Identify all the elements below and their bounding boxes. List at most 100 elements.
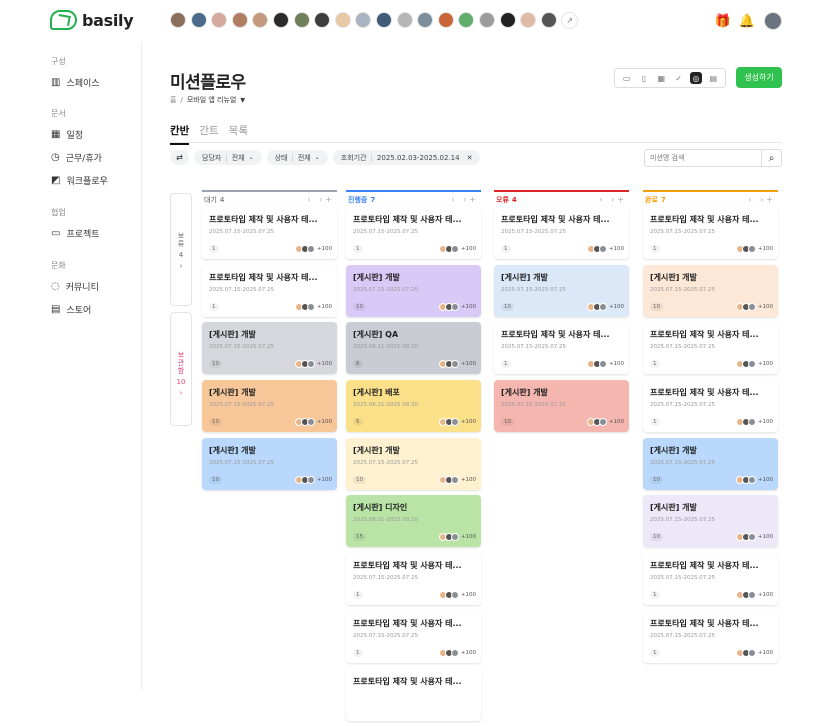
card-assignees[interactable]: +100 <box>735 302 773 311</box>
folder-icon[interactable]: ▭ <box>621 72 633 84</box>
mission-card[interactable]: [게시판] 개발 2025.07.15-2025.07.25 10 +100 <box>202 322 337 375</box>
mission-card[interactable]: [게시판] 개발 2025.07.15-2025.07.25 10 +100 <box>643 264 778 317</box>
bell-icon[interactable]: 🔔 <box>739 14 755 29</box>
member-avatar[interactable] <box>334 12 351 28</box>
mission-card[interactable]: 프로토타입 제작 및 사용자 테... 2025.07.15-2025.07.25… <box>643 380 778 433</box>
mission-card[interactable]: 프로토타입 제작 및 사용자 테... 2025.07.15-2025.07.25… <box>494 322 629 375</box>
card-assignees[interactable]: +100 <box>586 418 624 427</box>
member-avatar[interactable] <box>458 12 475 28</box>
sidebar-item[interactable]: ◷ 근무/휴가 <box>51 151 102 164</box>
sidebar-item[interactable]: ▦ 일정 <box>51 128 83 141</box>
card-assignees[interactable]: +100 <box>438 360 476 369</box>
card-assignees[interactable]: +100 <box>438 418 476 427</box>
column-nav-icons[interactable]: ‹ ›+ <box>748 195 776 204</box>
member-avatar[interactable] <box>355 12 372 28</box>
column-nav-icons[interactable]: ‹ ›+ <box>451 195 479 204</box>
sidebar-item[interactable]: ▥ 스페이스 <box>51 76 100 89</box>
period-filter[interactable]: 조회기간 | 2025.02.03-2025.02.14 ✕ <box>332 150 481 165</box>
mission-card[interactable]: [게시판] 개발 2025.07.15-2025.07.25 10 +100 <box>202 437 337 490</box>
collapsed-column[interactable]: 보관함 10 › <box>170 312 192 426</box>
card-assignees[interactable]: +100 <box>294 360 332 369</box>
card-assignees[interactable]: +100 <box>735 591 773 600</box>
card-assignees[interactable]: +100 <box>294 302 332 311</box>
mission-card[interactable]: [게시판] 개발 2025.07.15-2025.07.25 10 +100 <box>494 380 629 433</box>
card-assignees[interactable]: +100 <box>735 648 773 657</box>
sidebar-item[interactable]: ▤ 스토어 <box>51 303 91 316</box>
column-nav-icons[interactable]: ‹ ›+ <box>307 195 335 204</box>
mission-card[interactable]: [게시판] QA 2025.08.11-2025.08.20 8 +100 <box>346 322 481 375</box>
sidebar-item[interactable]: ◌ 커뮤니티 <box>51 280 99 293</box>
gift-icon[interactable]: 🎁 <box>715 14 731 29</box>
mission-card[interactable]: 프로토타입 제작 및 사용자 테... 2025.07.15-2025.07.25… <box>643 207 778 259</box>
breadcrumb-current[interactable]: 모바일 앱 리뉴얼 <box>187 95 237 105</box>
mission-card[interactable]: 프로토타입 제작 및 사용자 테... 2025.07.15-2025.07.25… <box>346 610 481 663</box>
mission-card[interactable]: [게시판] 디자인 2025.08.01-2025.08.10 15 +100 <box>346 495 481 548</box>
clear-icon[interactable]: ✕ <box>467 154 473 162</box>
mission-card[interactable]: 프로토타입 제작 및 사용자 테... 2025.07.15-2025.07.25… <box>202 264 337 317</box>
search-icon[interactable]: ⌕ <box>762 149 782 167</box>
card-assignees[interactable]: +100 <box>586 245 624 253</box>
card-assignees[interactable]: +100 <box>438 533 476 542</box>
status-filter[interactable]: 상태 | 전체 ⌄ <box>266 150 328 165</box>
breadcrumb-home[interactable]: 홈 <box>170 95 176 105</box>
mission-card[interactable]: [게시판] 개발 2025.07.15-2025.07.25 10 +100 <box>346 264 481 317</box>
mission-card[interactable]: 프로토타입 제작 및 사용자 테... 2025.07.15-2025.07.25… <box>346 553 481 606</box>
target-icon[interactable]: ◎ <box>689 72 702 84</box>
member-avatar[interactable] <box>520 12 537 28</box>
mission-card[interactable]: 프로토타입 제작 및 사용자 테... 2025.07.15-2025.07.25… <box>346 207 481 259</box>
member-avatar[interactable] <box>293 12 310 28</box>
mission-card[interactable]: [게시판] 개발 2025.07.15-2025.07.25 10 +100 <box>494 264 629 317</box>
member-avatar[interactable] <box>170 12 186 28</box>
member-avatar[interactable] <box>396 12 413 28</box>
chevron-down-icon[interactable]: ▼ <box>240 97 245 104</box>
clipboard-icon[interactable]: ▯ <box>638 72 650 84</box>
card-assignees[interactable]: +100 <box>294 475 332 484</box>
archive-icon[interactable]: ▤ <box>707 72 719 84</box>
card-assignees[interactable]: +100 <box>586 360 624 369</box>
search-input[interactable] <box>644 149 762 167</box>
member-avatar[interactable] <box>314 12 331 28</box>
member-avatar[interactable] <box>499 12 516 28</box>
member-avatar[interactable] <box>478 12 495 28</box>
member-avatar[interactable] <box>417 12 434 28</box>
assignee-filter[interactable]: 담당자 | 전체 ⌄ <box>194 150 262 165</box>
card-assignees[interactable]: +100 <box>294 245 332 253</box>
create-button[interactable]: 생성하기 <box>736 67 782 88</box>
card-assignees[interactable]: +100 <box>735 475 773 484</box>
card-assignees[interactable]: +100 <box>438 591 476 600</box>
card-assignees[interactable]: +100 <box>735 418 773 427</box>
card-assignees[interactable]: +100 <box>438 475 476 484</box>
mission-card[interactable]: 프로토타입 제작 및 사용자 테... 2025.07.15-2025.07.25… <box>643 322 778 375</box>
member-avatar[interactable] <box>437 12 454 28</box>
member-avatar[interactable] <box>190 12 207 28</box>
mission-card[interactable]: 프로토타입 제작 및 사용자 테... 2025.07.15-2025.07.25… <box>494 207 629 259</box>
mission-card[interactable]: [게시판] 개발 2025.07.15-2025.07.25 10 +100 <box>346 437 481 490</box>
card-assignees[interactable]: +100 <box>438 302 476 311</box>
calendar-icon[interactable]: ▦ <box>655 72 667 84</box>
filter-settings-icon[interactable]: ⇄ <box>170 150 189 165</box>
card-assignees[interactable]: +100 <box>438 648 476 657</box>
check-circle-icon[interactable]: ✓ <box>673 72 685 84</box>
mission-card[interactable]: 프로토타입 제작 및 사용자 테... 2025.07.15-2025.07.25… <box>643 553 778 606</box>
mission-card[interactable]: 프로토타입 제작 및 사용자 테... 2025.07.15-2025.07.25… <box>643 610 778 663</box>
expand-members-icon[interactable]: ↗ <box>561 12 579 29</box>
mission-card[interactable]: 프로토타입 제작 및 사용자 테... <box>346 668 481 721</box>
sidebar-item[interactable]: ◩ 워크플로우 <box>51 174 108 187</box>
member-avatar[interactable] <box>252 12 269 28</box>
card-assignees[interactable]: +100 <box>438 245 476 253</box>
card-assignees[interactable]: +100 <box>735 360 773 369</box>
collapsed-column[interactable]: 보류 4 › <box>170 193 192 306</box>
column-nav-icons[interactable]: ‹ ›+ <box>599 195 627 204</box>
card-assignees[interactable]: +100 <box>735 245 773 253</box>
member-avatar[interactable] <box>231 12 248 28</box>
member-avatar[interactable] <box>375 12 392 28</box>
card-assignees[interactable]: +100 <box>294 418 332 427</box>
mission-card[interactable]: [게시판] 개발 2025.07.15-2025.07.25 10 +100 <box>202 380 337 433</box>
card-assignees[interactable]: +100 <box>586 302 624 311</box>
app-logo[interactable]: basily <box>50 10 134 30</box>
member-avatar[interactable] <box>540 12 557 28</box>
user-avatar[interactable] <box>764 12 782 30</box>
mission-card[interactable]: 프로토타입 제작 및 사용자 테... 2025.07.15-2025.07.25… <box>202 207 337 259</box>
sidebar-item[interactable]: ▭ 프로젝트 <box>51 227 100 240</box>
member-avatar[interactable] <box>211 12 228 28</box>
